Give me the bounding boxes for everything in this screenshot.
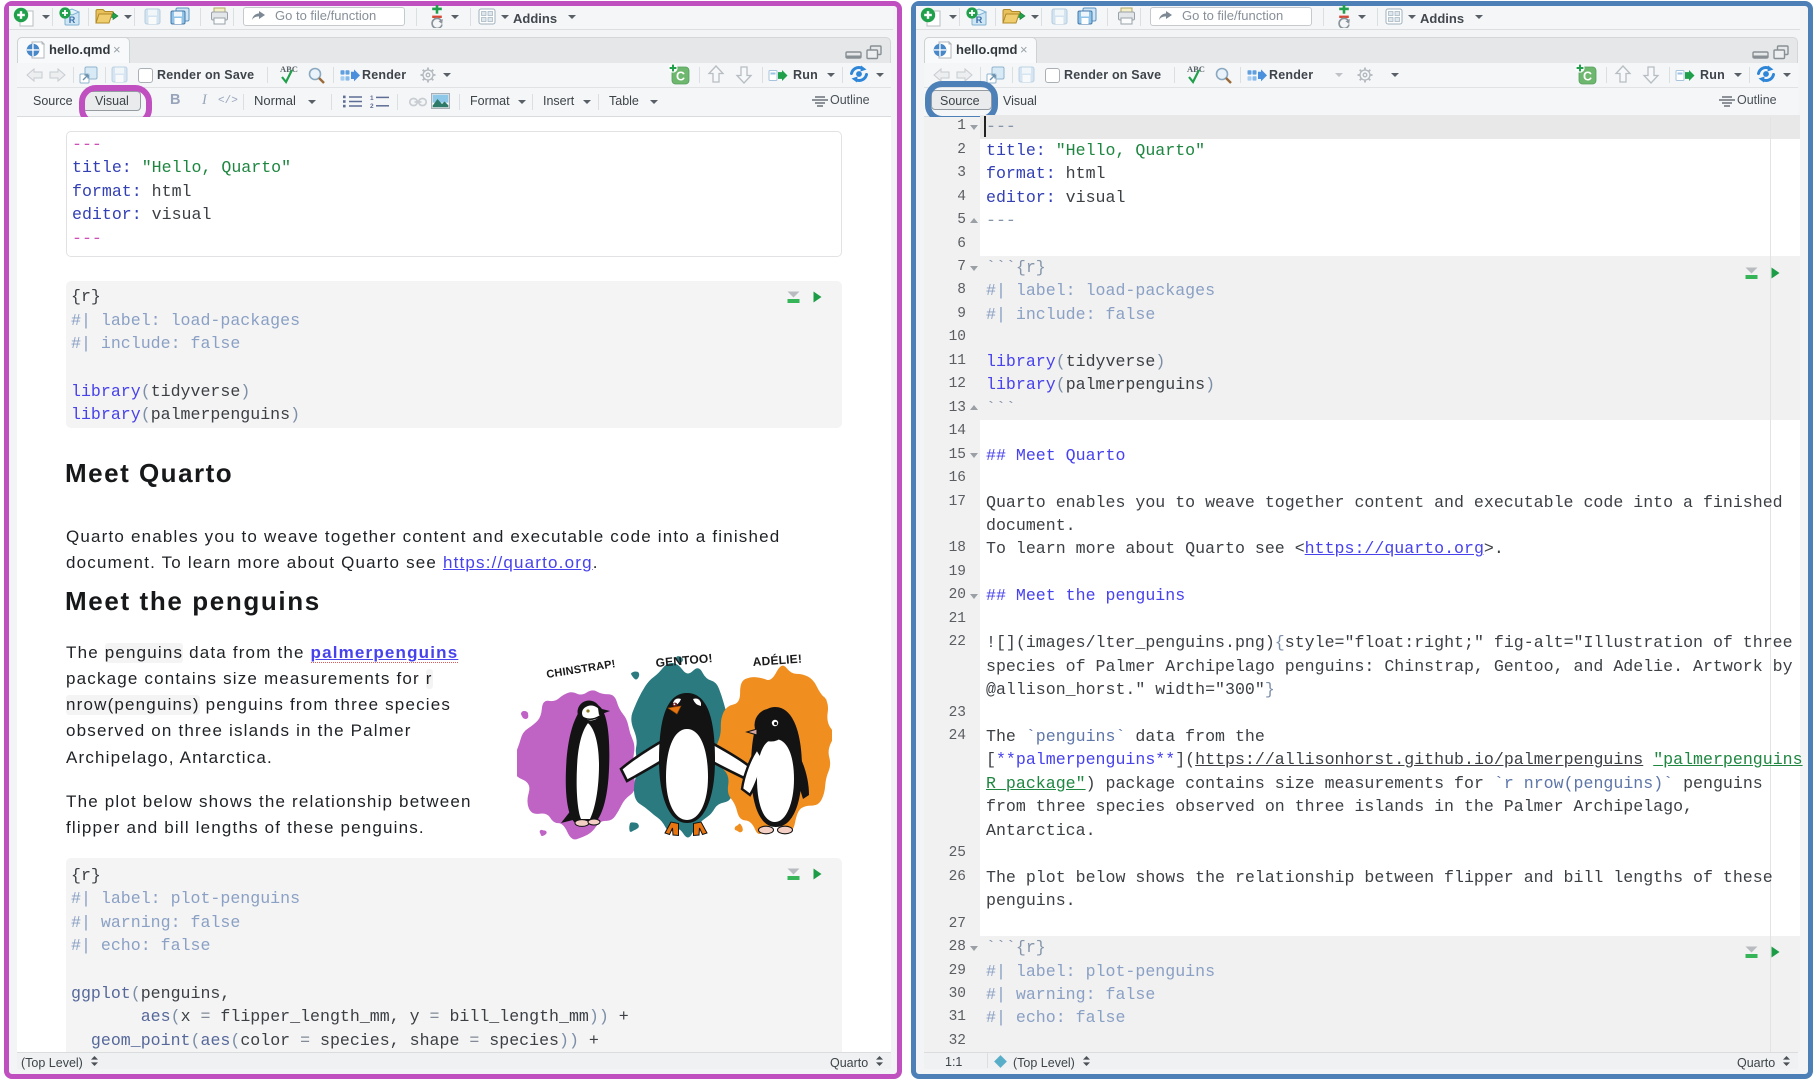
svg-text:C: C [676, 70, 685, 84]
svg-text:ADÉLIE!: ADÉLIE! [752, 651, 802, 669]
svg-text:C: C [1583, 70, 1592, 84]
svg-text:GENTOO!: GENTOO! [655, 651, 713, 670]
svg-text:1: 1 [370, 95, 374, 102]
svg-text:2: 2 [370, 103, 374, 108]
svg-text:R: R [69, 15, 76, 25]
svg-text:R: R [976, 15, 983, 25]
svg-text:ABC: ABC [1187, 64, 1205, 74]
svg-text:ABC: ABC [280, 64, 298, 74]
svg-text:CHINSTRAP!: CHINSTRAP! [546, 658, 617, 681]
